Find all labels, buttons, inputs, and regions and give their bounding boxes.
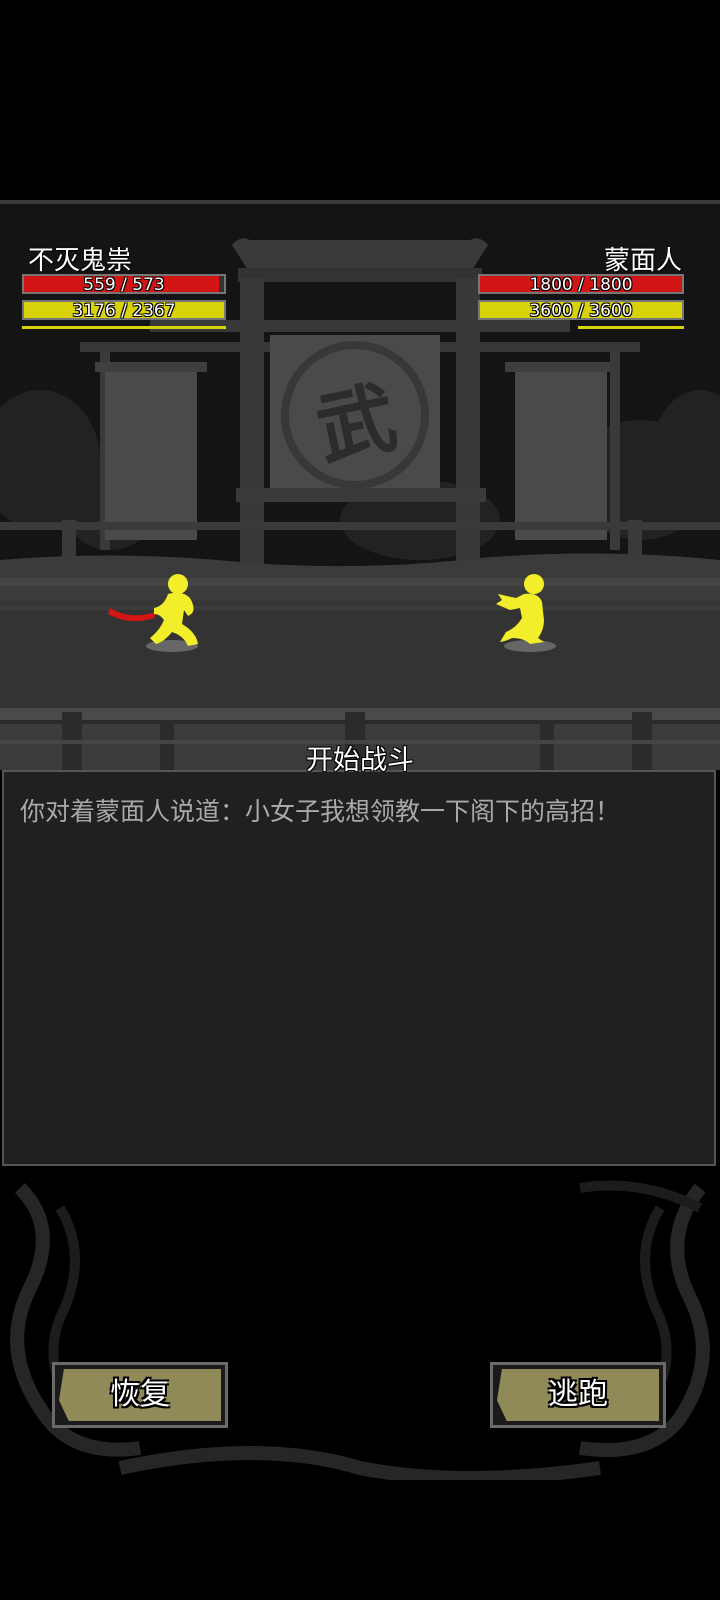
recover-button-label: 恢复 <box>110 1377 170 1412</box>
player-hp-bar: 559 / 573 <box>22 274 226 295</box>
player-name: 不灭鬼祟 <box>28 246 133 276</box>
player-energy-line <box>22 326 226 329</box>
enemy-fighter-sprite <box>496 574 544 644</box>
enemy-energy-line <box>578 326 684 329</box>
game-screen: 武 不灭鬼祟 559 / 573 3176 / 2367 蒙面人 1800 / … <box>0 0 720 1600</box>
player-mp-bar: 3176 / 2367 <box>22 300 226 321</box>
flee-button-label: 逃跑 <box>548 1377 608 1412</box>
enemy-hp-bar: 1800 / 1800 <box>478 274 684 295</box>
log-title: 开始战斗 <box>306 745 414 776</box>
enemy-name: 蒙面人 <box>603 246 682 276</box>
enemy-hp-text: 1800 / 1800 <box>529 275 633 295</box>
flee-button[interactable]: 逃跑 <box>490 1362 666 1428</box>
enemy-mp-text: 3600 / 3600 <box>529 301 633 321</box>
battle-scene: 武 不灭鬼祟 559 / 573 3176 / 2367 蒙面人 1800 / … <box>0 200 720 770</box>
smoke-decoration <box>10 1180 710 1480</box>
player-hp-text: 559 / 573 <box>83 275 165 295</box>
action-area <box>0 1168 720 1480</box>
player-mp-text: 3176 / 2367 <box>72 301 176 321</box>
player-fighter-sprite <box>108 574 198 646</box>
log-line: 你对着蒙面人说道：小女子我想领教一下阁下的高招！ <box>20 797 621 826</box>
combat-log-panel[interactable]: 你对着蒙面人说道：小女子我想领教一下阁下的高招！ <box>2 770 716 1166</box>
enemy-mp-bar: 3600 / 3600 <box>478 300 684 321</box>
recover-button[interactable]: 恢复 <box>52 1362 228 1428</box>
